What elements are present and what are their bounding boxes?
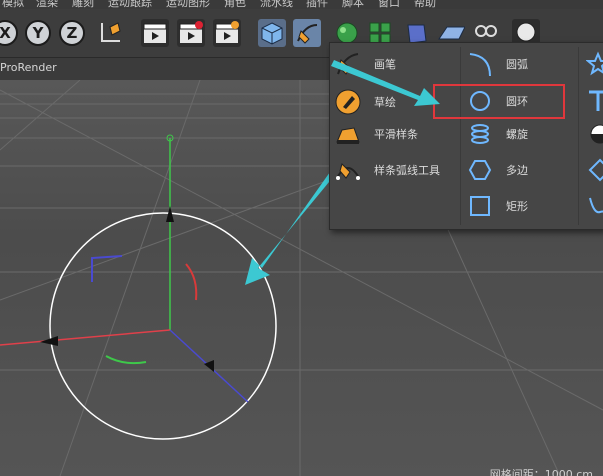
- pen-icon: [297, 24, 318, 44]
- pen-icon: [334, 50, 362, 78]
- menu-item-sketch[interactable]: 草绘: [334, 87, 396, 117]
- menu-item-cog-wheel[interactable]: [584, 119, 603, 149]
- menu-item-text[interactable]: [584, 86, 603, 116]
- clapper-play-icon: [179, 21, 203, 43]
- menu-item-label: 画笔: [374, 58, 396, 71]
- menu-render[interactable]: 渲染: [36, 0, 58, 9]
- sketch-icon: [334, 88, 362, 116]
- menu-motion-tracking[interactable]: 运动跟踪: [108, 0, 152, 9]
- menu-item-label: 样条弧线工具: [374, 164, 440, 177]
- menu-item-smooth-spline[interactable]: 平滑样条: [334, 119, 418, 149]
- curve-icon: [584, 192, 603, 220]
- menu-item-polygon[interactable]: 多边: [466, 155, 528, 185]
- render-view-button[interactable]: [141, 19, 169, 47]
- menu-window[interactable]: 窗口: [378, 0, 400, 9]
- render-to-picture-viewer-button[interactable]: [177, 19, 205, 47]
- menu-item-label: 螺旋: [506, 128, 528, 141]
- spline-palette-popup: 画笔 草绘 平滑样条 样条弧线工具 圆弧 圆环 螺旋 多边 矩形: [329, 42, 603, 230]
- cog-wheel-icon: [584, 120, 603, 148]
- menu-plugins[interactable]: 插件: [306, 0, 328, 9]
- menu-mograph[interactable]: 运动图形: [166, 0, 210, 9]
- polygon-icon: [466, 156, 494, 184]
- column-separator: [460, 47, 461, 225]
- menu-item-rectangle[interactable]: 矩形: [466, 191, 528, 221]
- clapper-icon: [143, 23, 167, 43]
- menu-item-label: 圆弧: [506, 58, 528, 71]
- annotation-arrow-2: [245, 172, 334, 285]
- pen-spline-button[interactable]: [293, 19, 321, 47]
- menu-item-flower[interactable]: [584, 155, 603, 185]
- menu-item-label: 多边: [506, 164, 528, 177]
- menu-character[interactable]: 角色: [224, 0, 246, 9]
- menu-help[interactable]: 帮助: [414, 0, 436, 9]
- cube-button[interactable]: [258, 19, 286, 47]
- menu-script[interactable]: 脚本: [342, 0, 364, 9]
- rectangle-icon: [466, 192, 494, 220]
- diamond-icon: [584, 156, 603, 184]
- spline-arc-tool-icon: [334, 156, 362, 184]
- clapper-gear-icon: [215, 21, 239, 43]
- menu-item-label: 草绘: [374, 96, 396, 109]
- menu-simulate[interactable]: 模拟: [2, 0, 24, 9]
- menu-item-pen[interactable]: 画笔: [334, 49, 396, 79]
- rotation-band-blue: [91, 255, 123, 282]
- menu-item-arc[interactable]: 圆弧: [466, 49, 528, 79]
- rotation-band-red: [185, 263, 198, 301]
- smooth-spline-icon: [334, 120, 362, 148]
- arc-icon: [466, 50, 494, 78]
- highlight-box: [433, 84, 565, 119]
- x-axis-line: [0, 329, 171, 346]
- grid-spacing-status: 网格间距：1000 cm: [489, 468, 593, 476]
- menu-sculpt[interactable]: 雕刻: [72, 0, 94, 9]
- menu-item-star[interactable]: [584, 49, 603, 79]
- cube-icon: [261, 22, 283, 45]
- menu-item-spline-arc-tool[interactable]: 样条弧线工具: [334, 155, 440, 185]
- menu-item-helix[interactable]: 螺旋: [466, 119, 528, 149]
- helix-icon: [466, 120, 494, 148]
- menu-item-label: 平滑样条: [374, 128, 418, 141]
- rotation-band-green: [105, 355, 147, 365]
- axis-x-button[interactable]: X: [0, 20, 18, 46]
- menu-item-curve[interactable]: [584, 191, 603, 221]
- render-settings-button[interactable]: [213, 19, 241, 47]
- axis-z-button[interactable]: Z: [59, 20, 85, 46]
- coordinate-system-button[interactable]: [96, 19, 124, 47]
- star-icon: [584, 50, 603, 78]
- menu-pipeline[interactable]: 流水线: [260, 0, 293, 9]
- menu-item-label: 矩形: [506, 200, 528, 213]
- axis-y-button[interactable]: Y: [25, 20, 51, 46]
- column-separator: [578, 47, 579, 225]
- text-icon: [584, 87, 603, 115]
- world-axis-icon: [101, 22, 121, 42]
- circle-spline[interactable]: [49, 212, 277, 440]
- menubar: 模拟 渲染 雕刻 运动跟踪 运动图形 角色 流水线 插件 脚本 窗口 帮助: [0, 0, 603, 9]
- viewport-title: ProRender: [0, 61, 57, 74]
